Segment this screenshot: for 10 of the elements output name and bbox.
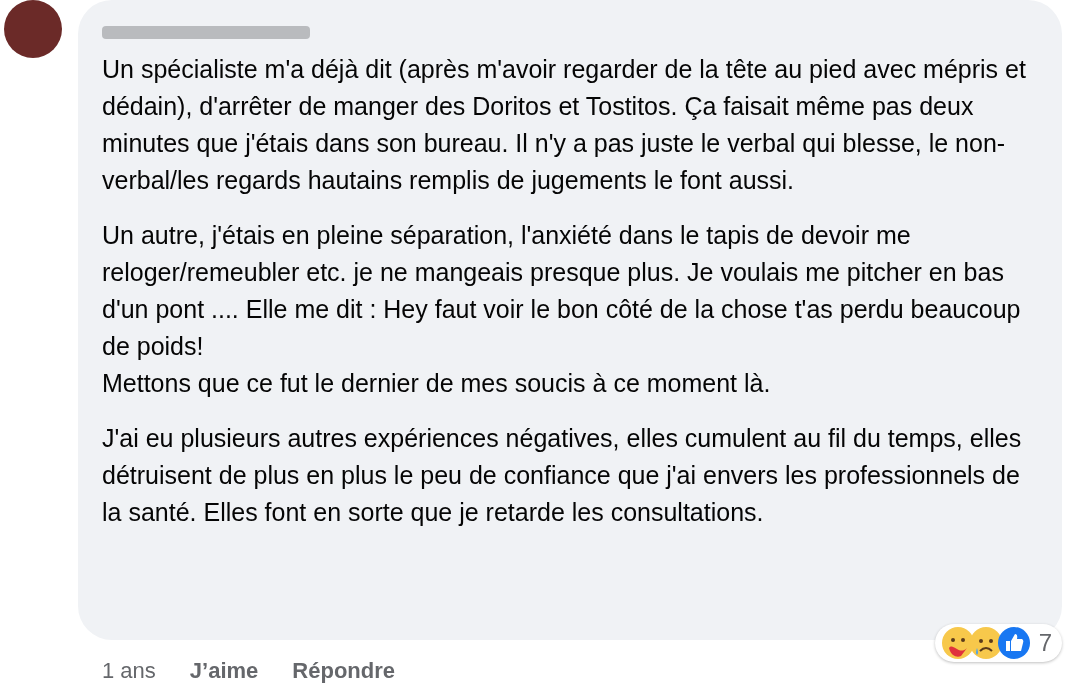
comment-action-link[interactable]: Répondre <box>292 654 395 687</box>
comment-time: 1 ans <box>102 657 156 685</box>
comment-paragraph: J'ai eu plusieurs autres expériences négatives, elles cumulent au fil du temps, elles détruisent de plus en plus le peu de confiance que j'ai envers les professionnels de la santé. Elles font en sorte que je retarde les consultations. <box>102 423 1023 528</box>
comment-paragraph: Un spécialiste m'a déjà dit (après m'avoir regarder de la tête au pied avec mépris et dédain), d'arrêter de manger des Doritos et Tostitos. Ça faisait même pas deux minutes que j'étais dans son bureau. Il n'y a pas juste le verbal qui blesse, le non-verbal/les regards hautains remplis de jugements le font aussi. <box>102 54 1027 196</box>
reactions-pill[interactable]: 7 <box>934 624 1062 662</box>
comment-action-link[interactable]: J’aime <box>189 654 259 687</box>
thumbs-up-icon <box>996 626 1031 660</box>
reaction-count: 7 <box>1038 628 1052 658</box>
comment-paragraph: Un autre, j'étais en pleine séparation, l'anxiété dans le tapis de devoir me reloger/remeubler etc. je ne mangeais presque plus. Je voulais me pitcher en bas d'un pont .... Elle me dit : Hey faut voir le bon côté de la chose t'as perdu beaucoup de poids! Mettons que ce fut le dernier de mes soucis à ce moment là. <box>102 220 1022 399</box>
avatar <box>4 0 62 58</box>
